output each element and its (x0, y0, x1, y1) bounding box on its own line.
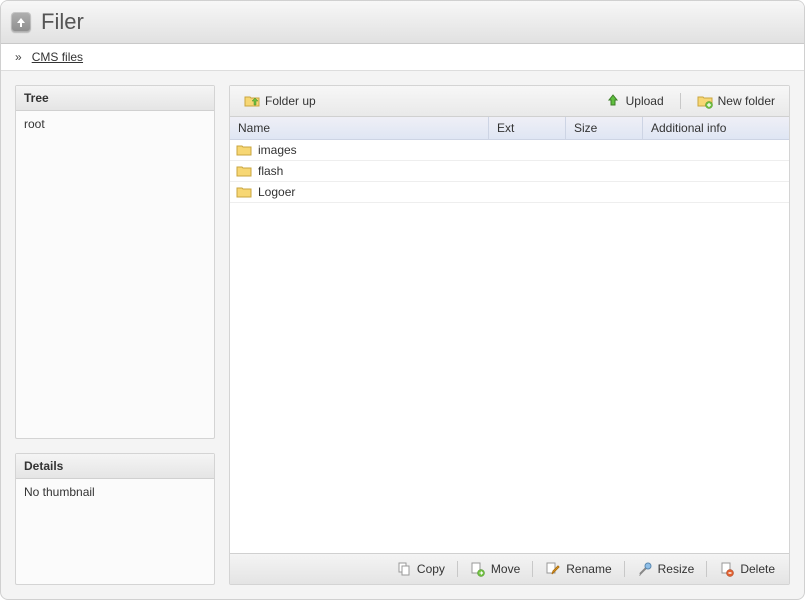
folder-icon (236, 184, 252, 200)
details-header: Details (16, 454, 214, 479)
resize-icon (637, 561, 653, 577)
col-ext[interactable]: Ext (489, 117, 566, 139)
app-title: Filer (41, 9, 84, 35)
arrow-up-icon (13, 14, 29, 30)
details-body: No thumbnail (16, 479, 214, 584)
file-list: images flash (230, 140, 789, 553)
delete-button[interactable]: Delete (713, 558, 781, 580)
titlebar-up-button[interactable] (11, 12, 31, 32)
table-header: Name Ext Size Additional info (230, 117, 789, 140)
folder-icon (236, 142, 252, 158)
delete-label: Delete (740, 562, 775, 576)
rename-button[interactable]: Rename (539, 558, 617, 580)
separator (457, 561, 458, 577)
main-panel: Folder up Upload New folder (229, 85, 790, 585)
left-column: Tree root Details No thumbnail (15, 85, 215, 585)
move-label: Move (491, 562, 520, 576)
new-folder-label: New folder (718, 94, 775, 108)
new-folder-icon (697, 93, 713, 109)
move-icon (470, 561, 486, 577)
resize-label: Resize (658, 562, 695, 576)
new-folder-button[interactable]: New folder (691, 90, 781, 112)
tree-header: Tree (16, 86, 214, 111)
content: Tree root Details No thumbnail Folder up (1, 71, 804, 599)
copy-icon (396, 561, 412, 577)
row-name: Logoer (258, 185, 295, 199)
breadcrumb-sep: » (15, 50, 22, 64)
folder-up-label: Folder up (265, 94, 316, 108)
breadcrumb-link[interactable]: CMS files (32, 50, 83, 64)
app-window: Filer » CMS files Tree root Details No t… (0, 0, 805, 600)
upload-button[interactable]: Upload (599, 90, 670, 112)
titlebar: Filer (1, 1, 804, 44)
folder-up-icon (244, 93, 260, 109)
tree-root-node[interactable]: root (24, 117, 206, 131)
separator (706, 561, 707, 577)
tree-body: root (16, 111, 214, 438)
row-name: flash (258, 164, 283, 178)
folder-up-button[interactable]: Folder up (238, 90, 322, 112)
col-size[interactable]: Size (566, 117, 643, 139)
col-name[interactable]: Name (230, 117, 489, 139)
delete-icon (719, 561, 735, 577)
upload-icon (605, 93, 621, 109)
table-row[interactable]: Logoer (230, 182, 789, 203)
breadcrumb: » CMS files (1, 44, 804, 71)
rename-icon (545, 561, 561, 577)
separator (624, 561, 625, 577)
table-row[interactable]: images (230, 140, 789, 161)
toolbar-bottom: Copy Move Rename Resize (230, 553, 789, 584)
row-name: images (258, 143, 297, 157)
upload-label: Upload (626, 94, 664, 108)
copy-button[interactable]: Copy (390, 558, 451, 580)
folder-icon (236, 163, 252, 179)
toolbar-top: Folder up Upload New folder (230, 86, 789, 117)
separator (532, 561, 533, 577)
separator (680, 93, 681, 109)
table-row[interactable]: flash (230, 161, 789, 182)
col-info[interactable]: Additional info (643, 117, 789, 139)
details-panel: Details No thumbnail (15, 453, 215, 585)
resize-button[interactable]: Resize (631, 558, 701, 580)
tree-panel: Tree root (15, 85, 215, 439)
copy-label: Copy (417, 562, 445, 576)
rename-label: Rename (566, 562, 611, 576)
move-button[interactable]: Move (464, 558, 526, 580)
